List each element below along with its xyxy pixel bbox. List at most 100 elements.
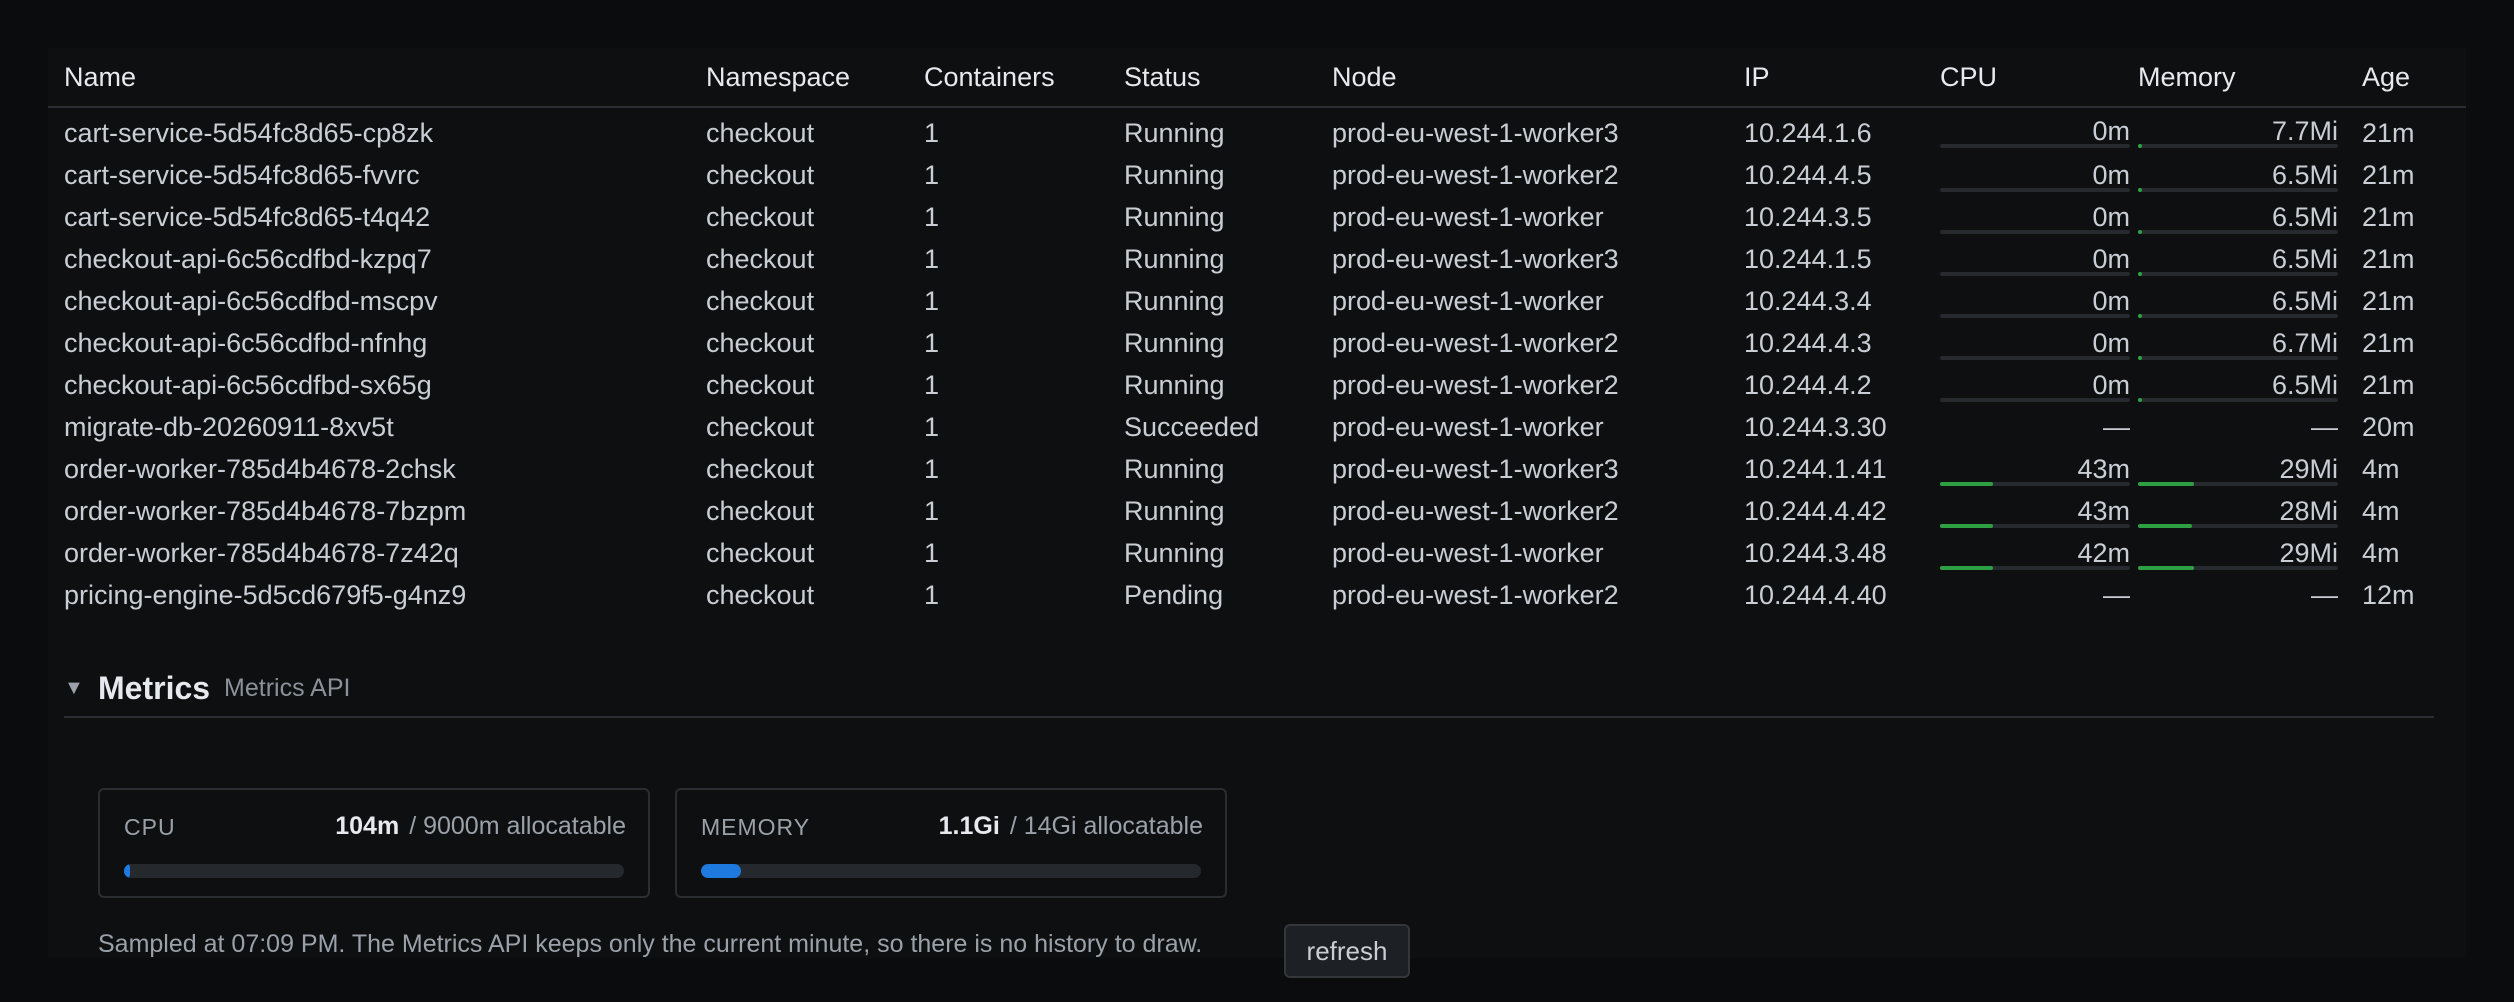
table-row[interactable]: order-worker-785d4b4678-7z42q checkout 1 Ru… <box>48 532 2466 574</box>
cell-age: 12m <box>2362 579 2415 610</box>
column-header-containers[interactable]: Containers <box>908 48 1108 108</box>
memory-usage: 29Mi <box>2138 532 2338 574</box>
cpu-allocatable: / 9000m allocatable <box>409 812 626 840</box>
cell-containers: 1 <box>924 411 940 442</box>
cell-name: cart-service-5d54fc8d65-fvvrc <box>64 159 420 190</box>
cell-name: checkout-api-6c56cdfbd-kzpq7 <box>64 243 432 274</box>
cpu-value: 0m <box>2092 370 2130 400</box>
cpu-usage: — <box>1940 406 2130 448</box>
table-row[interactable]: cart-service-5d54fc8d65-cp8zk checkout 1 Ru… <box>48 107 2466 154</box>
memory-value: 28Mi <box>2279 496 2338 526</box>
cell-age: 21m <box>2362 327 2415 358</box>
cell-age: 4m <box>2362 453 2400 484</box>
cell-node: prod-eu-west-1-worker2 <box>1332 579 1619 610</box>
cell-node: prod-eu-west-1-worker <box>1332 285 1604 316</box>
cell-cpu: 42m <box>1940 532 2138 574</box>
table-header-row: Name Namespace Containers Status Node IP… <box>48 48 2466 108</box>
cell-memory: 7.7Mi <box>2138 107 2346 154</box>
cell-age: 21m <box>2362 243 2415 274</box>
cell-age: 4m <box>2362 495 2400 526</box>
cell-namespace: checkout <box>706 411 815 442</box>
cpu-value: 0m <box>2092 116 2130 146</box>
cell-status: Running <box>1124 327 1225 358</box>
cpu-value: 43m <box>2077 454 2130 484</box>
cell-cpu: 43m <box>1940 490 2138 532</box>
cell-memory: — <box>2138 406 2346 448</box>
memory-usage-fill <box>2138 188 2142 192</box>
column-header-name[interactable]: Name <box>48 48 690 108</box>
cell-ip: 10.244.3.48 <box>1744 537 1887 568</box>
cell-status: Running <box>1124 159 1225 190</box>
table-row[interactable]: cart-service-5d54fc8d65-t4q42 checkout 1 Ru… <box>48 196 2466 238</box>
pods-table-wrap: Name Namespace Containers Status Node IP… <box>48 48 2466 616</box>
memory-value: 6.5Mi <box>2271 160 2338 190</box>
cell-node: prod-eu-west-1-worker <box>1332 201 1604 232</box>
refresh-button[interactable]: refresh <box>1284 924 1410 978</box>
memory-usage: — <box>2138 406 2338 448</box>
table-row[interactable]: order-worker-785d4b4678-7bzpm checkout 1 Ru… <box>48 490 2466 532</box>
metrics-subtitle: Metrics API <box>224 673 351 702</box>
cell-age: 21m <box>2362 285 2415 316</box>
cell-status: Running <box>1124 453 1225 484</box>
memory-usage-fill <box>2138 566 2194 570</box>
memory-value: — <box>2311 412 2338 442</box>
memory-usage-fill <box>2138 144 2142 148</box>
column-header-status[interactable]: Status <box>1108 48 1316 108</box>
column-header-memory[interactable]: Memory <box>2138 48 2346 108</box>
memory-value: 29Mi <box>2279 454 2338 484</box>
cell-ip: 10.244.3.30 <box>1744 411 1887 442</box>
column-header-cpu[interactable]: CPU <box>1940 48 2138 108</box>
cell-status: Pending <box>1124 579 1224 610</box>
memory-value: 29Mi <box>2279 538 2338 568</box>
memory-usage: 6.5Mi <box>2138 364 2338 406</box>
cell-node: prod-eu-west-1-worker3 <box>1332 117 1619 148</box>
metrics-header[interactable]: ▼ Metrics Metrics API <box>64 660 2434 718</box>
table-row[interactable]: migrate-db-20260911-8xv5t checkout 1 Succee… <box>48 406 2466 448</box>
cpu-value: 0m <box>2092 328 2130 358</box>
table-row[interactable]: order-worker-785d4b4678-2chsk checkout 1 Ru… <box>48 448 2466 490</box>
column-header-age[interactable]: Age <box>2346 48 2466 108</box>
memory-value: 6.5Mi <box>2271 244 2338 274</box>
cell-cpu: — <box>1940 406 2138 448</box>
cpu-value: 43m <box>2077 496 2130 526</box>
column-header-ip[interactable]: IP <box>1728 48 1940 108</box>
cell-cpu: 0m <box>1940 364 2138 406</box>
cell-status: Running <box>1124 537 1225 568</box>
table-row[interactable]: cart-service-5d54fc8d65-fvvrc checkout 1 Ru… <box>48 154 2466 196</box>
cpu-value: 42m <box>2077 538 2130 568</box>
table-row[interactable]: checkout-api-6c56cdfbd-mscpv checkout 1 Run… <box>48 280 2466 322</box>
column-header-node[interactable]: Node <box>1316 48 1728 108</box>
cell-memory: 29Mi <box>2138 448 2346 490</box>
cell-node: prod-eu-west-1-worker <box>1332 411 1604 442</box>
cell-namespace: checkout <box>706 579 815 610</box>
cpu-card: CPU 104m / 9000m allocatable <box>98 788 650 898</box>
column-header-namespace[interactable]: Namespace <box>690 48 908 108</box>
cell-containers: 1 <box>924 495 940 526</box>
table-row[interactable]: pricing-engine-5d5cd679f5-g4nz9 checkout 1… <box>48 574 2466 616</box>
cell-containers: 1 <box>924 537 940 568</box>
table-row[interactable]: checkout-api-6c56cdfbd-kzpq7 checkout 1 Run… <box>48 238 2466 280</box>
memory-usage-fill <box>2138 230 2142 234</box>
cell-name: checkout-api-6c56cdfbd-mscpv <box>64 285 438 316</box>
cell-node: prod-eu-west-1-worker2 <box>1332 495 1619 526</box>
cell-name: checkout-api-6c56cdfbd-sx65g <box>64 369 432 400</box>
cell-cpu: — <box>1940 574 2138 616</box>
cell-ip: 10.244.4.42 <box>1744 495 1887 526</box>
memory-usage: 6.5Mi <box>2138 196 2338 238</box>
table-row[interactable]: checkout-api-6c56cdfbd-nfnhg checkout 1 Run… <box>48 322 2466 364</box>
table-row[interactable]: checkout-api-6c56cdfbd-sx65g checkout 1 Run… <box>48 364 2466 406</box>
cell-cpu: 0m <box>1940 107 2138 154</box>
metrics-title: Metrics <box>98 669 211 706</box>
memory-usage: — <box>2138 574 2338 616</box>
cell-containers: 1 <box>924 201 940 232</box>
cell-memory: 29Mi <box>2138 532 2346 574</box>
cell-ip: 10.244.4.2 <box>1744 369 1872 400</box>
cpu-usage: 43m <box>1940 448 2130 490</box>
cell-containers: 1 <box>924 285 940 316</box>
cell-namespace: checkout <box>706 453 815 484</box>
cell-age: 21m <box>2362 201 2415 232</box>
cell-cpu: 0m <box>1940 322 2138 364</box>
cell-ip: 10.244.3.5 <box>1744 201 1872 232</box>
collapse-caret-icon[interactable]: ▼ <box>64 677 98 700</box>
cell-containers: 1 <box>924 369 940 400</box>
